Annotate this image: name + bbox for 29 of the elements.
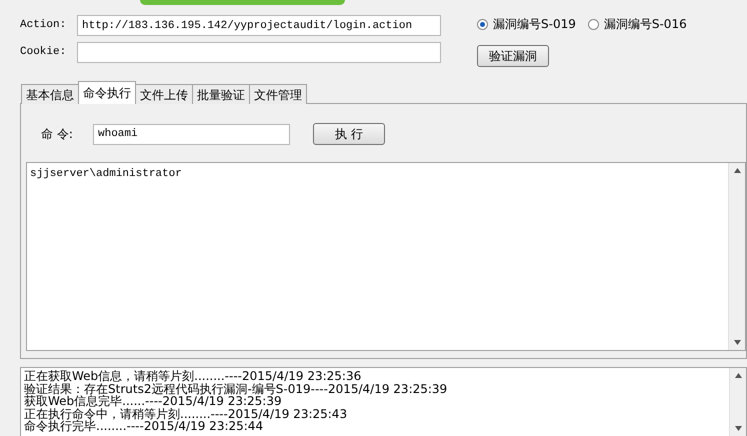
log-line: 正在获取Web信息，请稍等片刻........----2015/4/19 23:25:36 <box>24 370 362 382</box>
scroll-up-arrow-icon[interactable] <box>734 168 740 173</box>
log-line: 获取Web信息完毕......----2015/4/19 23:25:39 <box>24 395 282 408</box>
radio-label[interactable]: 漏洞编号S-016 <box>604 15 687 33</box>
command-label: 命 令: <box>41 126 74 143</box>
execute-button[interactable]: 执 行 <box>313 123 385 145</box>
tab[interactable]: 文件上传 <box>135 84 193 104</box>
scroll-down-arrow-icon[interactable] <box>734 340 740 345</box>
log-line: 命令执行完毕........----2015/4/19 23:25:44 <box>24 420 264 432</box>
command-field[interactable]: whoami <box>93 124 290 144</box>
tab[interactable]: 命令执行 <box>78 81 136 104</box>
tab[interactable]: 文件管理 <box>249 84 307 104</box>
scrollbar[interactable] <box>729 368 746 436</box>
tab[interactable]: 批量验证 <box>192 84 250 104</box>
scrollbar[interactable] <box>728 163 745 350</box>
radio-label[interactable]: 漏洞编号S-019 <box>493 15 576 33</box>
tab[interactable]: 基本信息 <box>21 84 79 104</box>
radio-selected[interactable] <box>477 18 488 30</box>
cookie-field[interactable] <box>77 42 441 63</box>
scroll-down-arrow-icon[interactable] <box>734 426 742 431</box>
log-line: 正在执行命令中，请稍等片刻........----2015/4/19 23:25:43 <box>24 408 348 420</box>
action-field[interactable]: http://183.136.195.142/yyprojectaudit/login.action <box>77 15 441 36</box>
verify-button[interactable]: 验证漏洞 <box>477 45 549 67</box>
scroll-up-arrow-icon[interactable] <box>734 373 742 378</box>
log-line: 验证结果：存在Struts2远程代码执行漏洞-编号S-019----2015/4/19 23:25:39 <box>24 382 448 395</box>
cookie-label: Cookie: <box>20 45 68 60</box>
output-text: sjjserver\administrator <box>29 167 183 182</box>
radio-button[interactable] <box>588 18 599 30</box>
action-label: Action: <box>20 18 68 34</box>
